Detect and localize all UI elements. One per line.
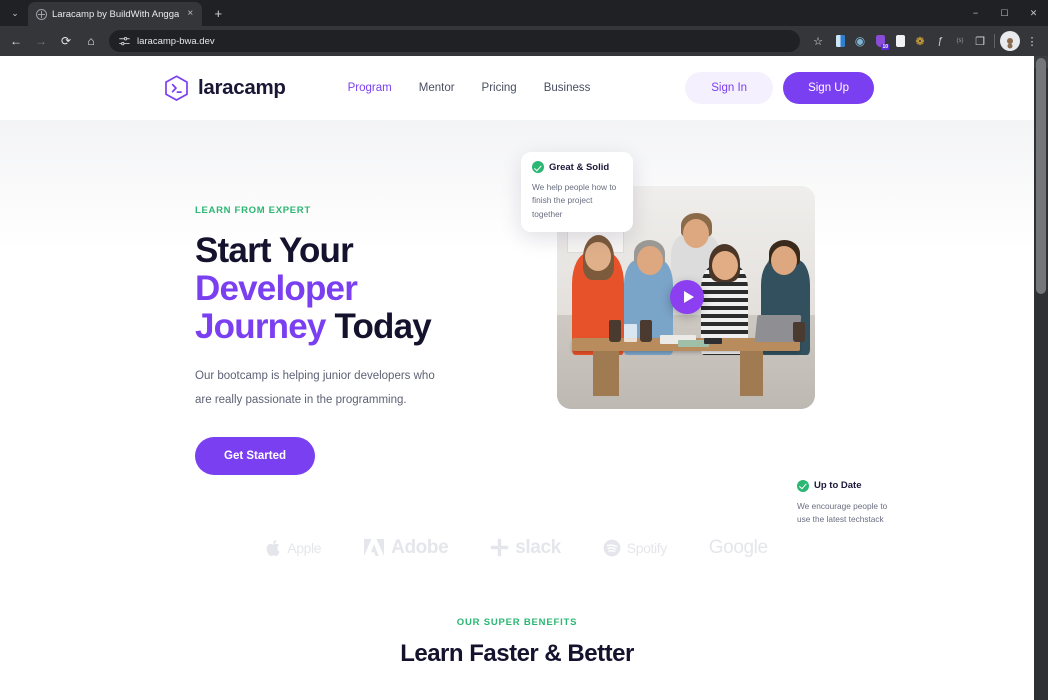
hero-title-part1: Start Your bbox=[195, 231, 354, 270]
toolbar-divider bbox=[994, 34, 995, 48]
check-circle-icon bbox=[532, 161, 544, 173]
site-header: laracamp Program Mentor Pricing Business… bbox=[0, 56, 1034, 120]
hero-copy: LEARN FROM EXPERT Start Your Developer J… bbox=[195, 180, 495, 475]
web-page: laracamp Program Mentor Pricing Business… bbox=[0, 56, 1034, 700]
brand-label: Apple bbox=[287, 539, 322, 556]
bitwarden-extension-icon[interactable] bbox=[831, 31, 849, 51]
tab-search-button[interactable]: ⌄ bbox=[2, 2, 28, 24]
home-icon[interactable]: ⌂ bbox=[79, 29, 103, 53]
hero-paragraph: Our bootcamp is helping junior developer… bbox=[195, 365, 495, 412]
extensions-tray: ◉ 10 ❁ ƒ (s) ❐ ⋮ bbox=[831, 31, 1044, 51]
extension-badge-count: 10 bbox=[881, 44, 889, 50]
brand-label: Adobe bbox=[391, 536, 449, 558]
profile-avatar[interactable] bbox=[1000, 31, 1020, 51]
card-line1: We encourage people to bbox=[797, 500, 888, 511]
site-nav: Program Mentor Pricing Business bbox=[348, 82, 591, 94]
nav-item-mentor[interactable]: Mentor bbox=[419, 82, 455, 94]
minimize-icon[interactable]: − bbox=[961, 0, 990, 26]
back-icon[interactable]: ← bbox=[4, 29, 28, 53]
card-header: Up to Date bbox=[797, 479, 905, 492]
sign-in-button[interactable]: Sign In bbox=[685, 72, 774, 104]
hero-title-highlight2: Journey bbox=[195, 306, 326, 346]
close-window-icon[interactable]: ✕ bbox=[1019, 0, 1048, 26]
card-body: We help people how to finish the project… bbox=[532, 181, 622, 221]
browser-menu-icon[interactable]: ⋮ bbox=[1022, 35, 1042, 48]
tab-title: Laracamp by BuildWith Angga bbox=[52, 8, 180, 20]
reload-icon[interactable]: ⟳ bbox=[54, 29, 78, 53]
auth-actions: Sign In Sign Up bbox=[685, 72, 1034, 104]
card-line2: finish the project together bbox=[532, 195, 593, 219]
benefits-eyebrow: OUR SUPER BENEFITS bbox=[456, 616, 578, 628]
brand-label: Google bbox=[708, 536, 768, 558]
colorpicker-extension-icon[interactable]: ❁ bbox=[911, 31, 929, 51]
vue-extension-icon[interactable]: (s) bbox=[951, 31, 969, 51]
brand-logos-strip: Apple Adobe slack Spotify Google bbox=[0, 537, 1034, 559]
tab-laracamp[interactable]: Laracamp by BuildWith Angga × bbox=[28, 2, 203, 26]
hero-paragraph-line2: are really passionate in the programming… bbox=[195, 393, 407, 406]
page-title: Start Your Developer Journey Today bbox=[195, 232, 495, 345]
nav-item-business[interactable]: Business bbox=[544, 82, 591, 94]
clipboard-extension-icon[interactable]: ❐ bbox=[971, 31, 989, 51]
apple-logo-icon bbox=[266, 539, 280, 556]
forward-icon[interactable]: → bbox=[29, 29, 53, 53]
page-scrollbar[interactable]: ▲ bbox=[1034, 56, 1048, 700]
brand-label: Spotify bbox=[626, 539, 667, 556]
hero-title-part2: Today bbox=[325, 306, 431, 346]
hero-media: Great & Solid We help people how to fini… bbox=[521, 152, 905, 527]
address-bar[interactable]: laracamp-bwa.dev bbox=[109, 30, 800, 52]
card-line1: We help people how to bbox=[532, 182, 617, 192]
card-title: Up to Date bbox=[814, 480, 862, 492]
card-header: Great & Solid bbox=[532, 161, 622, 173]
check-circle-icon bbox=[797, 479, 809, 492]
globe-icon bbox=[36, 8, 47, 20]
nav-item-pricing[interactable]: Pricing bbox=[482, 82, 517, 94]
close-icon[interactable]: × bbox=[184, 9, 196, 19]
get-started-button[interactable]: Get Started bbox=[195, 436, 315, 475]
new-tab-button[interactable]: + bbox=[207, 2, 229, 24]
hero-title-highlight1: Developer bbox=[195, 268, 358, 308]
brand-apple: Apple bbox=[266, 539, 322, 557]
hero-section: LEARN FROM EXPERT Start Your Developer J… bbox=[0, 120, 1034, 527]
benefits-section: OUR SUPER BENEFITS Learn Faster & Better bbox=[0, 617, 1034, 700]
hexagon-terminal-icon bbox=[165, 74, 188, 101]
page-viewport: laracamp Program Mentor Pricing Business… bbox=[0, 56, 1048, 700]
tune-icon[interactable] bbox=[119, 36, 130, 47]
browser-toolbar: ← → ⟳ ⌂ laracamp-bwa.dev ☆ ◉ 10 ❁ ƒ (s) … bbox=[0, 26, 1048, 56]
nav-item-program[interactable]: Program bbox=[348, 82, 392, 94]
brand-adobe: Adobe bbox=[363, 536, 449, 559]
url-text: laracamp-bwa.dev bbox=[137, 35, 215, 47]
bookmark-star-icon[interactable]: ☆ bbox=[806, 29, 830, 53]
card-line2: use the latest techstack bbox=[797, 514, 884, 525]
brand-slack: slack bbox=[490, 537, 561, 559]
maximize-icon[interactable]: ☐ bbox=[990, 0, 1019, 26]
hero-paragraph-line1: Our bootcamp is helping junior developer… bbox=[195, 370, 435, 383]
feature-card-great-solid: Great & Solid We help people how to fini… bbox=[521, 152, 633, 233]
js-extension-icon[interactable]: ƒ bbox=[931, 31, 949, 51]
brand-name: laracamp bbox=[198, 76, 286, 99]
brand-label: slack bbox=[515, 536, 561, 558]
spotify-logo-icon bbox=[603, 539, 621, 556]
window-controls: − ☐ ✕ bbox=[961, 0, 1048, 26]
notes-extension-icon[interactable]: 10 bbox=[871, 31, 889, 51]
benefits-title: Learn Faster & Better bbox=[400, 639, 634, 667]
tab-strip: ⌄ Laracamp by BuildWith Angga × + − ☐ ✕ bbox=[0, 0, 1048, 26]
brand-spotify: Spotify bbox=[603, 539, 667, 557]
feature-card-up-to-date: Up to Date We encourage people to use th… bbox=[797, 479, 905, 527]
card-body: We encourage people to use the latest te… bbox=[797, 500, 905, 527]
avatar-extension-icon[interactable]: ◉ bbox=[851, 31, 869, 51]
card-title: Great & Solid bbox=[549, 161, 610, 173]
browser-window: ⌄ Laracamp by BuildWith Angga × + − ☐ ✕ … bbox=[0, 0, 1048, 700]
hero-eyebrow: LEARN FROM EXPERT bbox=[195, 205, 311, 216]
pocket-extension-icon[interactable] bbox=[891, 31, 909, 51]
brand-logo[interactable]: laracamp bbox=[164, 74, 286, 102]
adobe-logo-icon bbox=[364, 539, 385, 557]
slack-logo-icon bbox=[490, 538, 509, 557]
brand-google: Google bbox=[709, 537, 768, 559]
sign-up-button[interactable]: Sign Up bbox=[783, 72, 874, 104]
play-icon[interactable] bbox=[670, 280, 704, 314]
scrollbar-thumb[interactable] bbox=[1036, 58, 1046, 294]
